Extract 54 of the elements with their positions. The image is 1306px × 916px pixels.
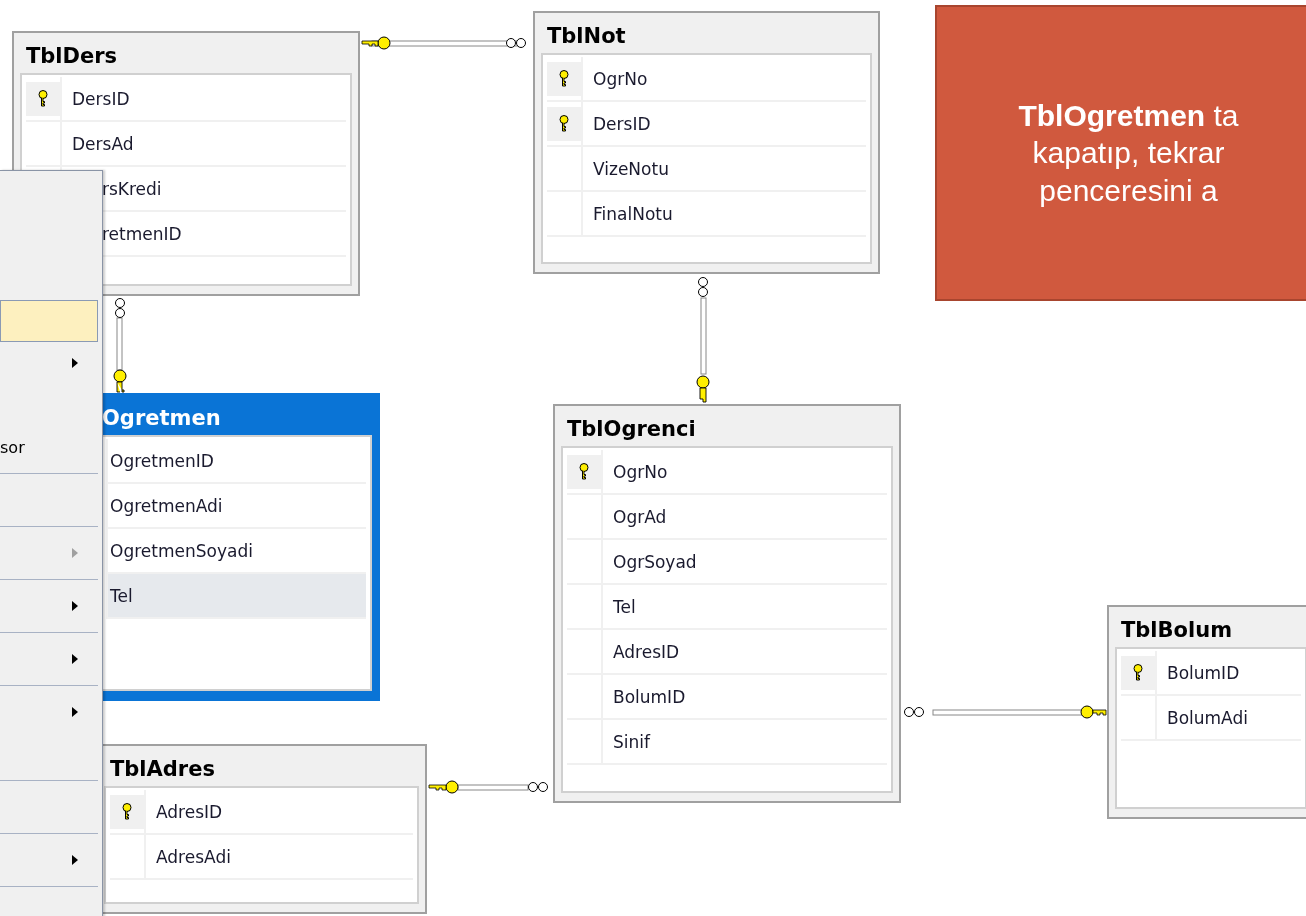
column-name: OgretmenAdi — [106, 484, 223, 527]
table-title: TblBolum — [1120, 617, 1234, 644]
column-name: VizeNotu — [581, 147, 669, 190]
callout-text: TblOgretmen ta kapatıp, tekrar penceresini a — [1017, 97, 1240, 209]
table-window[interactable]: TblBolum BolumID BolumAdi — [1107, 605, 1306, 819]
column-row[interactable]: AdresID — [567, 630, 887, 675]
column-row[interactable]: BolumID — [1121, 651, 1301, 696]
column-row[interactable]: FinalNotu — [547, 192, 866, 237]
table-title: TblOgrenci — [566, 416, 697, 443]
column-name: BolumID — [1155, 651, 1240, 694]
column-name: OgrSoyad — [601, 540, 697, 583]
menu-item[interactable]: sor — [0, 426, 98, 468]
column-name: DersAd — [60, 122, 134, 165]
table-window[interactable]: TblOgrenci OgrNo OgrAd OgrSoyad Tel AdresID BolumID Sinif — [553, 404, 901, 803]
table-title: Ogretmen — [101, 405, 222, 432]
column-row[interactable]: BolumAdi — [1121, 696, 1301, 741]
column-name: BolumAdi — [1155, 696, 1248, 739]
table-window[interactable]: TblNot OgrNo DersID VizeNotu FinalNotu — [533, 11, 880, 274]
column-name: DersID — [581, 102, 651, 145]
column-row[interactable]: AdresID — [110, 790, 413, 835]
table-title: TblDers — [25, 43, 119, 70]
table-window[interactable]: Ogretmen OgretmenID OgretmenAdi OgretmenSoyadi Tel — [100, 393, 380, 701]
column-row[interactable]: Sinif — [567, 720, 887, 765]
column-name: Tel — [106, 574, 133, 617]
column-row[interactable]: OgretmenID — [106, 439, 366, 484]
column-name: DersID — [60, 77, 130, 120]
column-name: FinalNotu — [581, 192, 673, 235]
column-row[interactable]: DersID — [26, 77, 346, 122]
column-row[interactable]: OgrNo — [567, 450, 887, 495]
column-name: OgretmenID — [106, 439, 214, 482]
column-row[interactable]: OgretmenAdi — [106, 484, 366, 529]
column-row[interactable]: AdresAdi — [110, 835, 413, 880]
column-name: Sinif — [601, 720, 650, 763]
column-name: AdresID — [601, 630, 680, 673]
column-row[interactable]: OgrAd — [567, 495, 887, 540]
column-row[interactable]: Tel — [567, 585, 887, 630]
column-name: AdresAdi — [144, 835, 231, 878]
column-name: OgrAd — [601, 495, 667, 538]
column-name: BolumID — [601, 675, 686, 718]
column-row[interactable]: VizeNotu — [547, 147, 866, 192]
table-title: TblNot — [546, 23, 627, 50]
column-row[interactable]: DersID — [547, 102, 866, 147]
menu-item[interactable] — [0, 300, 98, 342]
table-title: TblAdres — [109, 756, 216, 783]
column-row[interactable]: OgrNo — [547, 57, 866, 102]
column-row[interactable]: DersAd — [26, 122, 346, 167]
column-row[interactable]: Tel — [106, 574, 366, 619]
column-name: Tel — [601, 585, 636, 628]
column-name: OgrNo — [601, 450, 668, 493]
column-row[interactable]: BolumID — [567, 675, 887, 720]
column-name: AdresID — [144, 790, 223, 833]
column-name: OgretmenSoyadi — [106, 529, 253, 572]
column-row[interactable]: OgrSoyad — [567, 540, 887, 585]
column-name: OgrNo — [581, 57, 648, 100]
